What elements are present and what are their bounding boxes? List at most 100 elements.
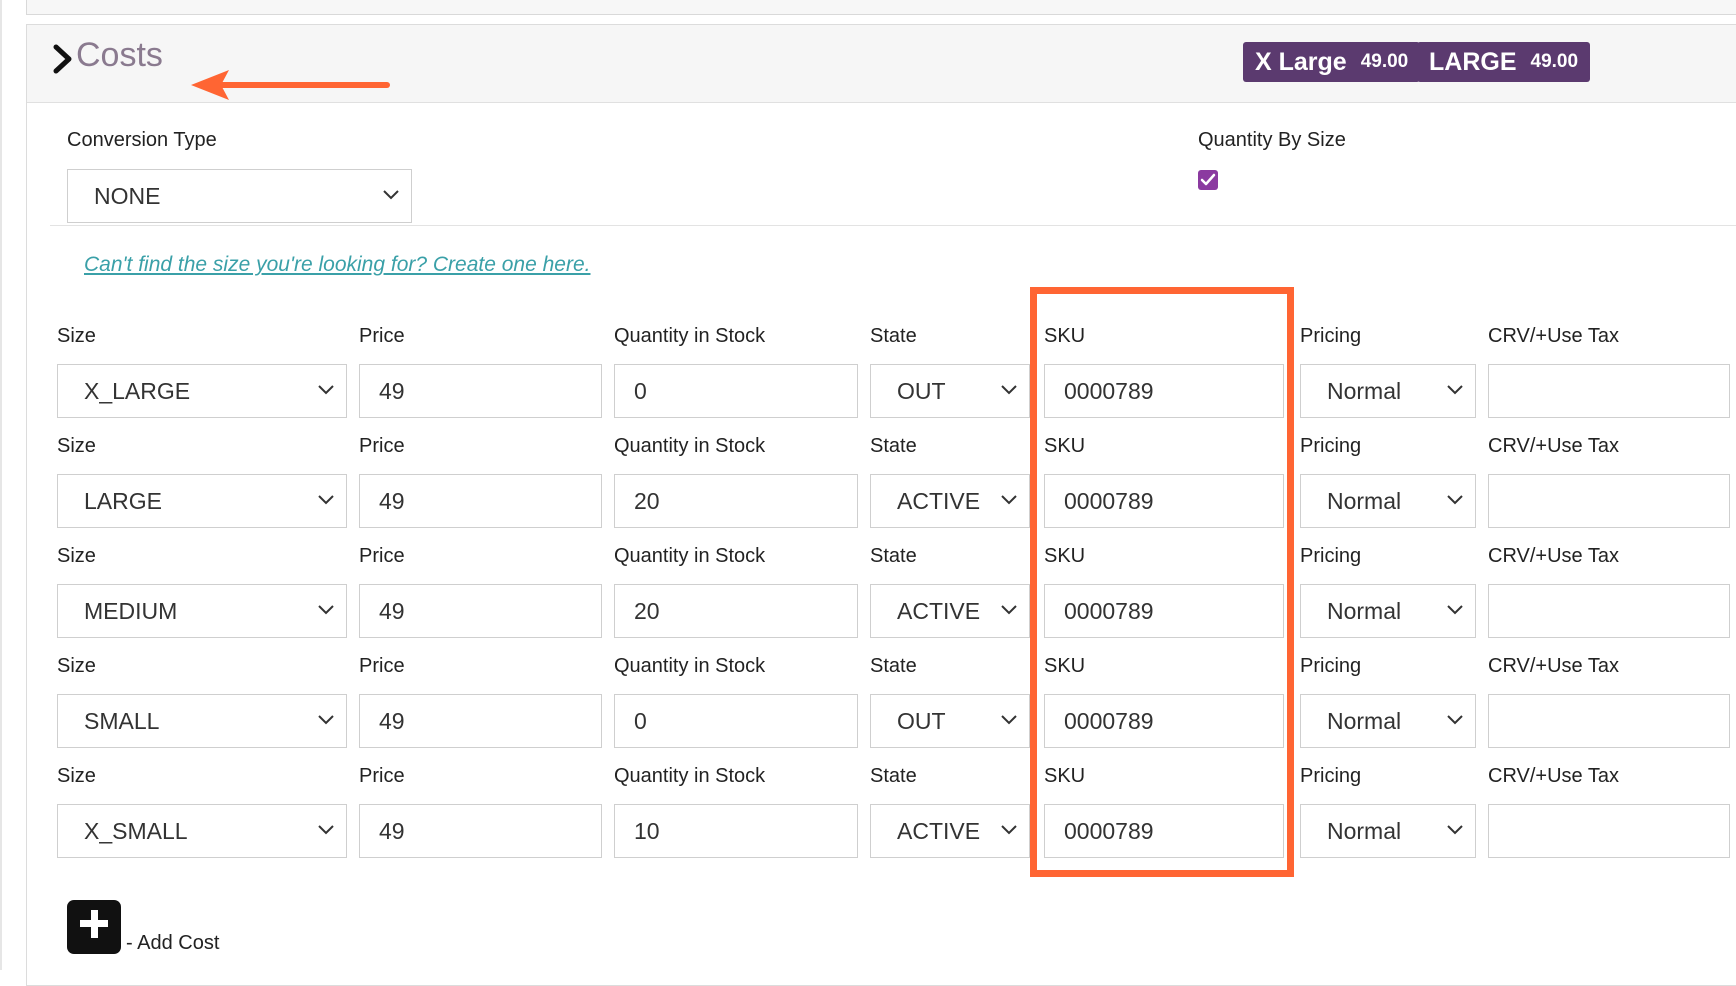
tax-input[interactable] (1488, 804, 1730, 858)
size-value: X_LARGE (84, 377, 191, 404)
state-select[interactable]: ACTIVE (870, 804, 1030, 858)
conversion-type-label: Conversion Type (67, 129, 217, 151)
quantity-input[interactable]: 0 (614, 694, 858, 748)
previous-section-edge (26, 0, 1736, 15)
size-label: Size (57, 325, 96, 347)
size-label: Size (57, 765, 96, 787)
quantity-input[interactable]: 10 (614, 804, 858, 858)
state-select[interactable]: OUT (870, 694, 1030, 748)
conversion-type-select[interactable]: NONE (67, 169, 412, 223)
check-icon (1200, 173, 1216, 186)
pricing-label: Pricing (1300, 435, 1362, 457)
tax-input[interactable] (1488, 584, 1730, 638)
chevron-down-icon (1447, 715, 1463, 725)
conversion-type-value: NONE (94, 182, 161, 209)
size-select[interactable]: SMALL (57, 694, 347, 748)
state-value: OUT (897, 707, 946, 734)
page-left-border (0, 0, 2, 970)
quantity-label: Quantity in Stock (614, 435, 766, 457)
add-cost-label[interactable]: - Add Cost (126, 932, 219, 955)
chevron-right-icon[interactable] (51, 43, 75, 75)
chevron-down-icon (318, 825, 334, 835)
quantity-label: Quantity in Stock (614, 765, 766, 787)
tax-label: CRV/+Use Tax (1488, 325, 1619, 347)
badge-price: 49.00 (1360, 51, 1409, 72)
chevron-down-icon (1447, 605, 1463, 615)
state-label: State (870, 655, 917, 677)
tax-label: CRV/+Use Tax (1488, 765, 1619, 787)
pricing-value: Normal (1327, 487, 1402, 514)
badge-size-name: X Large (1255, 47, 1347, 76)
size-label: Size (57, 655, 96, 677)
pricing-value: Normal (1327, 597, 1402, 624)
state-select[interactable]: OUT (870, 364, 1030, 418)
chevron-down-icon (1447, 495, 1463, 505)
tax-input[interactable] (1488, 474, 1730, 528)
size-select[interactable]: MEDIUM (57, 584, 347, 638)
plus-square-icon[interactable] (67, 900, 121, 954)
tax-label: CRV/+Use Tax (1488, 655, 1619, 677)
pricing-value: Normal (1327, 817, 1402, 844)
chevron-down-icon (1447, 825, 1463, 835)
pricing-select[interactable]: Normal (1300, 584, 1476, 638)
size-label: Size (57, 545, 96, 567)
size-select[interactable]: LARGE (57, 474, 347, 528)
size-badge-large: LARGE 49.00 (1417, 42, 1591, 82)
pricing-label: Pricing (1300, 325, 1362, 347)
price-input[interactable]: 49 (359, 804, 602, 858)
chevron-down-icon (1001, 495, 1017, 505)
section-divider (50, 225, 1736, 226)
tax-input[interactable] (1488, 364, 1730, 418)
state-value: ACTIVE (897, 817, 981, 844)
chevron-down-icon (1001, 605, 1017, 615)
size-value: SMALL (84, 707, 160, 734)
price-input[interactable]: 49 (359, 694, 602, 748)
size-value: X_SMALL (84, 817, 188, 844)
chevron-down-icon (318, 715, 334, 725)
price-label: Price (359, 325, 405, 347)
price-label: Price (359, 545, 405, 567)
quantity-input[interactable]: 20 (614, 474, 858, 528)
state-label: State (870, 545, 917, 567)
quantity-by-size-checkbox[interactable] (1198, 170, 1218, 190)
state-label: State (870, 325, 917, 347)
badge-price: 49.00 (1530, 51, 1579, 72)
chevron-down-icon (383, 190, 399, 200)
state-select[interactable]: ACTIVE (870, 584, 1030, 638)
quantity-input[interactable]: 0 (614, 364, 858, 418)
price-label: Price (359, 765, 405, 787)
pricing-value: Normal (1327, 707, 1402, 734)
chevron-down-icon (318, 385, 334, 395)
chevron-down-icon (1447, 385, 1463, 395)
size-badge-x-large: X Large 49.00 (1243, 42, 1421, 82)
pricing-label: Pricing (1300, 765, 1362, 787)
pricing-select[interactable]: Normal (1300, 804, 1476, 858)
quantity-input[interactable]: 20 (614, 584, 858, 638)
pricing-label: Pricing (1300, 545, 1362, 567)
chevron-down-icon (1001, 825, 1017, 835)
quantity-label: Quantity in Stock (614, 545, 766, 567)
quantity-by-size-label: Quantity By Size (1198, 129, 1346, 151)
tax-label: CRV/+Use Tax (1488, 545, 1619, 567)
sku-column-highlight (1030, 287, 1294, 877)
tax-input[interactable] (1488, 694, 1730, 748)
pricing-select[interactable]: Normal (1300, 364, 1476, 418)
pricing-select[interactable]: Normal (1300, 474, 1476, 528)
price-label: Price (359, 655, 405, 677)
quantity-label: Quantity in Stock (614, 325, 766, 347)
chevron-down-icon (318, 605, 334, 615)
price-input[interactable]: 49 (359, 474, 602, 528)
create-size-link[interactable]: Can't find the size you're looking for? … (84, 253, 590, 277)
state-value: OUT (897, 377, 946, 404)
section-title: Costs (76, 36, 163, 74)
price-input[interactable]: 49 (359, 584, 602, 638)
tax-label: CRV/+Use Tax (1488, 435, 1619, 457)
size-select[interactable]: X_SMALL (57, 804, 347, 858)
pricing-select[interactable]: Normal (1300, 694, 1476, 748)
costs-panel-header[interactable]: Costs X Large 49.00 LARGE 49.00 (27, 25, 1736, 103)
size-label: Size (57, 435, 96, 457)
state-select[interactable]: ACTIVE (870, 474, 1030, 528)
price-input[interactable]: 49 (359, 364, 602, 418)
size-select[interactable]: X_LARGE (57, 364, 347, 418)
state-label: State (870, 435, 917, 457)
